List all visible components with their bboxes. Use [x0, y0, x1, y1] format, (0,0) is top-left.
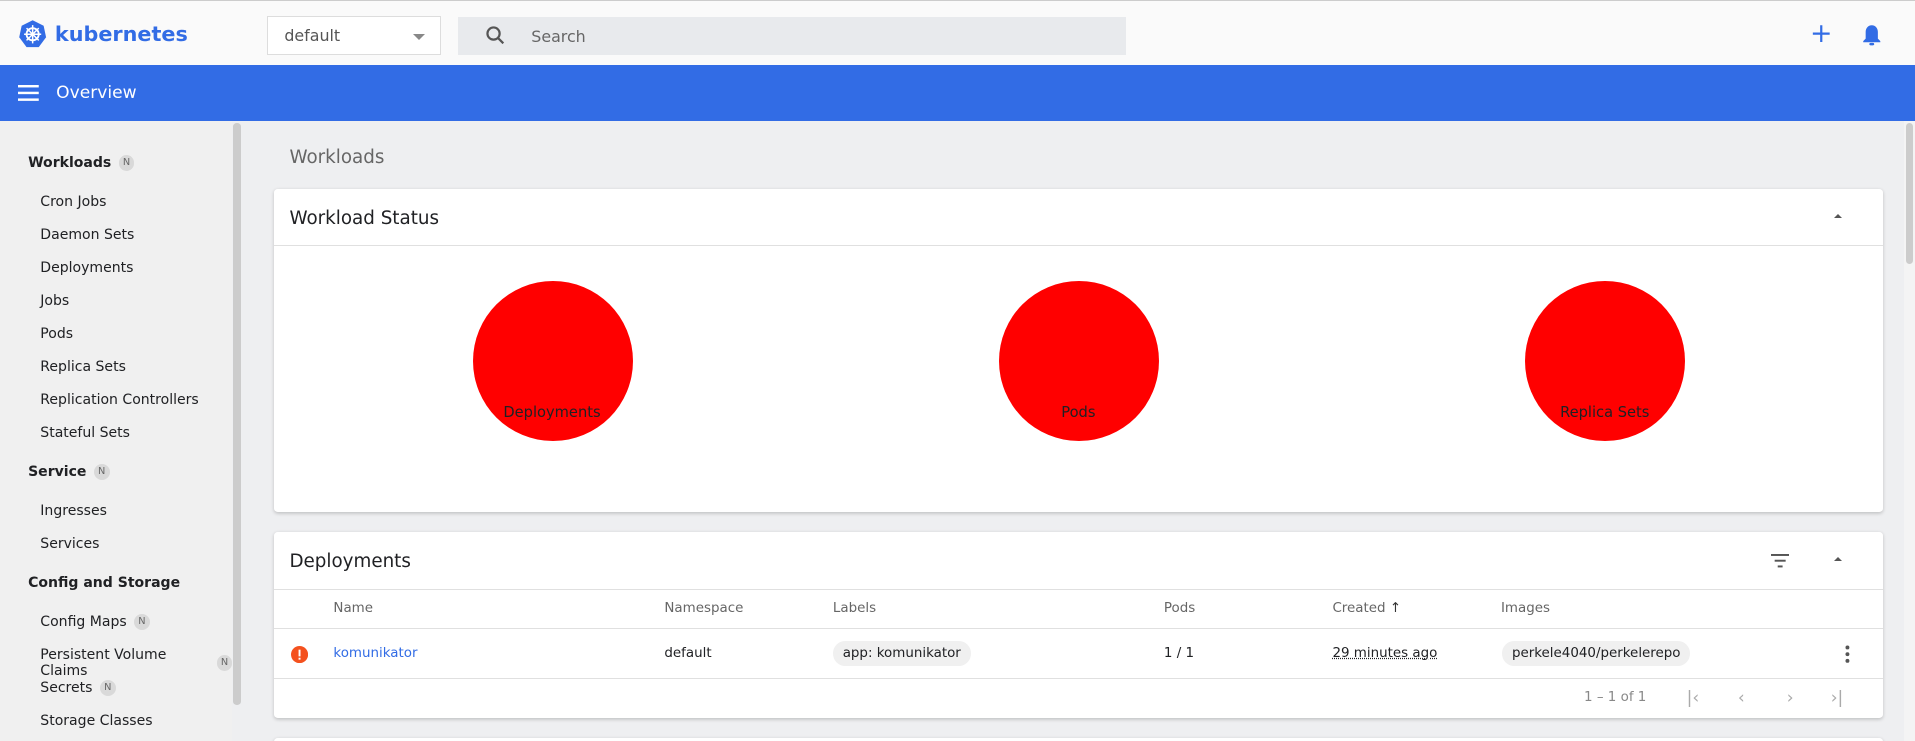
- top-bar: kubernetes default Search +: [0, 0, 1915, 65]
- section-title: Workloads: [289, 146, 385, 168]
- image-chip: perkele4040/perkelerepo: [1502, 641, 1691, 666]
- namespace-select[interactable]: default: [267, 15, 441, 55]
- toolbar: Overview: [0, 64, 1915, 121]
- sidebar-item-label: Jobs: [40, 293, 70, 310]
- caret-down-icon: [413, 33, 426, 46]
- divider: [273, 627, 1884, 629]
- more-vert-icon[interactable]: [1845, 645, 1850, 663]
- sidebar-item-label: Ingresses: [40, 503, 107, 520]
- kubernetes-logo[interactable]: kubernetes: [18, 19, 188, 48]
- section-label: Service: [28, 464, 87, 481]
- sidebar-section-config-storage[interactable]: Config and Storage: [28, 575, 180, 591]
- new-badge: N: [216, 655, 233, 672]
- label-chip: app: komunikator: [832, 641, 971, 666]
- sidebar-item-secrets[interactable]: Secrets N: [40, 680, 116, 697]
- sidebar-item-services[interactable]: Services: [40, 536, 99, 552]
- sidebar-item-label: Persistent Volume Claims: [40, 647, 167, 680]
- sidebar-item-daemon-sets[interactable]: Daemon Sets: [40, 227, 134, 243]
- created-cell: 29 minutes ago: [1332, 646, 1438, 662]
- sidebar-item-replication-controllers[interactable]: Replication Controllers: [40, 392, 198, 408]
- chart-label: Deployments: [503, 404, 601, 422]
- namespace-cell: default: [664, 646, 712, 662]
- sidebar-item-persistent-volume-claims[interactable]: Persistent Volume Claims N: [40, 647, 233, 680]
- new-badge: N: [99, 680, 116, 697]
- sidebar-item-deployments[interactable]: Deployments: [40, 260, 133, 276]
- search-input[interactable]: Search: [457, 16, 1127, 55]
- pods-cell: 1 / 1: [1163, 646, 1195, 662]
- search-icon: [486, 26, 504, 45]
- sidebar-item-label: Storage Classes: [40, 713, 153, 730]
- sidebar-item-stateful-sets[interactable]: Stateful Sets: [40, 425, 130, 441]
- collapse-icon[interactable]: [1834, 553, 1843, 562]
- sidebar-item-label: Replica Sets: [40, 359, 126, 376]
- sidebar-item-config-maps[interactable]: Config Maps N: [40, 614, 150, 630]
- create-plus-icon[interactable]: +: [1810, 20, 1833, 48]
- chart-label: Pods: [1061, 404, 1096, 422]
- kubernetes-icon: [19, 20, 47, 48]
- sidebar-item-ingresses[interactable]: Ingresses: [40, 503, 107, 519]
- sort-arrow-icon: ↑: [1389, 600, 1402, 616]
- sidebar: Workloads N Cron Jobs Daemon Sets Deploym…: [0, 120, 233, 741]
- error-status-icon: [290, 646, 308, 664]
- previous-page-icon[interactable]: ‹: [1738, 688, 1745, 708]
- collapse-icon[interactable]: [1834, 210, 1843, 219]
- workload-status-card: Workload Status Deployments Pods Replica…: [273, 189, 1884, 512]
- search-placeholder: Search: [531, 26, 586, 46]
- sidebar-item-cron-jobs[interactable]: Cron Jobs: [40, 194, 106, 210]
- column-header-labels[interactable]: Labels: [833, 601, 876, 616]
- card-title: Deployments: [289, 550, 411, 572]
- sidebar-item-label: Cron Jobs: [40, 194, 107, 211]
- divider: [273, 677, 1884, 680]
- column-header-images[interactable]: Images: [1501, 601, 1550, 616]
- next-page-icon[interactable]: ›: [1787, 688, 1794, 708]
- menu-icon[interactable]: [18, 85, 40, 102]
- sidebar-section-service[interactable]: Service N: [28, 464, 110, 480]
- sidebar-scrollbar[interactable]: [232, 121, 242, 707]
- last-page-icon[interactable]: ›|: [1831, 688, 1844, 708]
- sidebar-item-label: Config Maps: [40, 614, 127, 631]
- sidebar-item-label: Deployments: [40, 260, 134, 277]
- new-badge: N: [118, 155, 135, 172]
- sidebar-item-label: Secrets: [40, 680, 93, 697]
- section-label: Config and Storage: [28, 575, 181, 592]
- namespace-value: default: [284, 26, 341, 46]
- sidebar-item-pods[interactable]: Pods: [40, 326, 73, 342]
- first-page-icon[interactable]: |‹: [1687, 688, 1700, 708]
- column-header-created[interactable]: Created ↑: [1332, 601, 1401, 616]
- sidebar-item-label: Pods: [40, 326, 74, 343]
- column-header-pods[interactable]: Pods: [1164, 601, 1195, 616]
- sidebar-item-replica-sets[interactable]: Replica Sets: [40, 359, 126, 375]
- sidebar-section-workloads[interactable]: Workloads N: [28, 155, 135, 172]
- filter-icon[interactable]: [1770, 554, 1790, 568]
- sidebar-item-label: Daemon Sets: [40, 227, 135, 244]
- card-title: Workload Status: [289, 207, 439, 229]
- deployment-name-link[interactable]: komunikator: [333, 646, 417, 661]
- chart-label: Replica Sets: [1560, 404, 1650, 422]
- main-scrollbar[interactable]: [1904, 120, 1915, 741]
- pagination-range: 1 – 1 of 1: [1584, 690, 1647, 706]
- next-card: [273, 737, 1884, 741]
- page-title: Overview: [56, 83, 137, 104]
- new-badge: N: [93, 464, 110, 481]
- notifications-bell-icon[interactable]: [1862, 24, 1882, 46]
- sidebar-item-storage-classes[interactable]: Storage Classes: [40, 713, 152, 729]
- sidebar-item-label: Services: [40, 536, 100, 553]
- new-badge: N: [134, 614, 150, 631]
- sidebar-item-label: Replication Controllers: [40, 392, 199, 409]
- brand-name: kubernetes: [54, 21, 188, 46]
- column-header-name[interactable]: Name: [333, 601, 373, 616]
- sidebar-item-jobs[interactable]: Jobs: [40, 293, 69, 309]
- column-label: Created: [1332, 600, 1386, 616]
- sidebar-item-label: Stateful Sets: [40, 425, 130, 441]
- section-label: Workloads: [28, 155, 112, 172]
- column-header-namespace[interactable]: Namespace: [664, 601, 743, 616]
